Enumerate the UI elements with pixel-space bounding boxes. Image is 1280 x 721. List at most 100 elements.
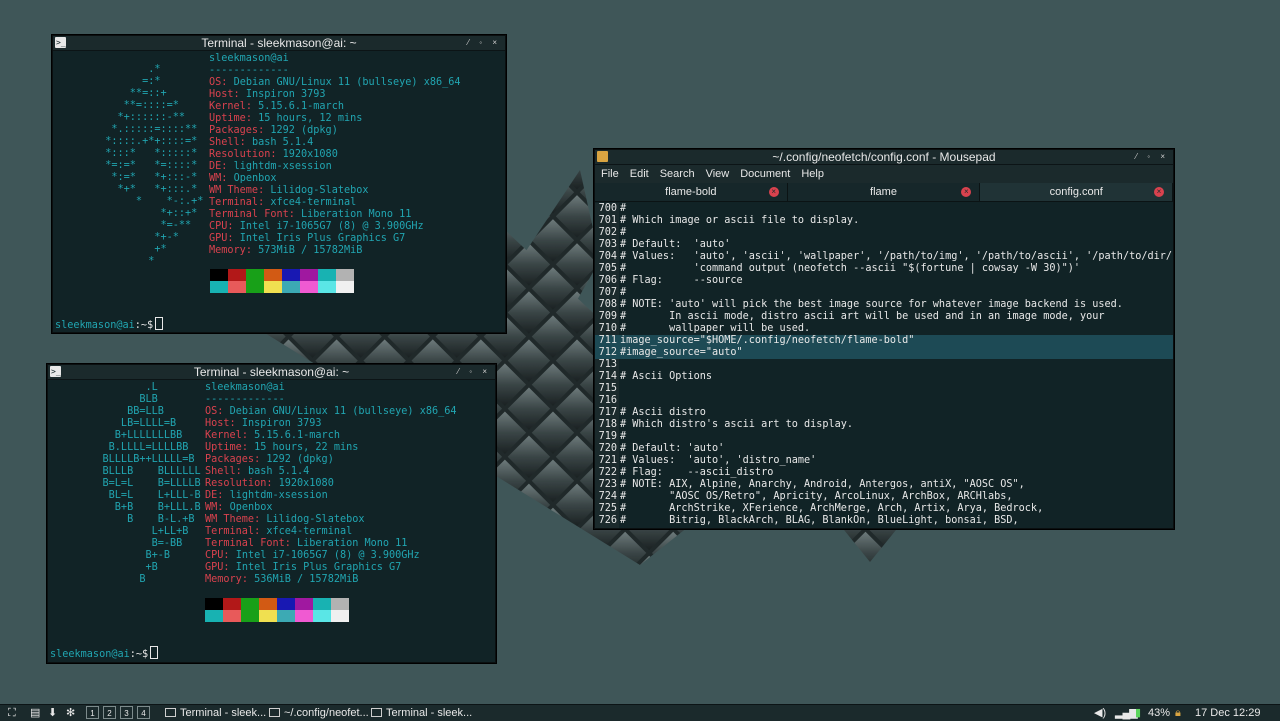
color-swatch bbox=[246, 281, 264, 293]
info-colon: : bbox=[254, 526, 267, 537]
ascii-line: **=::::=* bbox=[93, 100, 179, 111]
tab-flame[interactable]: flame × bbox=[788, 183, 981, 201]
ascii-line: **=::+ bbox=[93, 88, 167, 99]
terminal-2-content[interactable]: .L BLB BB=LLB LB=LLLL=B B+LLLLLLLBB B.LL… bbox=[48, 380, 495, 662]
info-key: Terminal bbox=[209, 197, 259, 208]
info-value: 1920x1080 bbox=[278, 478, 334, 489]
mousepad-window[interactable]: ~/.config/neofetch/config.conf - Mousepa… bbox=[594, 149, 1174, 529]
window-controls[interactable]: ⁄ ◦ × bbox=[1136, 150, 1169, 164]
info-key: Kernel bbox=[205, 430, 242, 441]
info-key: DE bbox=[209, 161, 222, 172]
info-colon: : bbox=[258, 185, 271, 196]
line-number: 721 bbox=[598, 455, 617, 466]
terminal-1-content[interactable]: .* =:* **=::+ **=::::=* *+::::::-** *.::… bbox=[53, 51, 505, 332]
color-swatch bbox=[277, 598, 295, 610]
code-line: 712 #image_source="auto" bbox=[595, 347, 1173, 359]
app-menu-icon[interactable]: ⛶ bbox=[8, 705, 16, 721]
info-value: Intel i7-1065G7 (8) @ 3.900GHz bbox=[239, 221, 424, 232]
prompt-user: sleekmason@ai bbox=[55, 320, 135, 331]
info-row: Host: Inspiron 3793 bbox=[205, 418, 457, 430]
close-tab-icon[interactable]: × bbox=[1154, 187, 1165, 197]
menu-item-edit[interactable]: Edit bbox=[630, 168, 649, 180]
info-colon: : bbox=[235, 466, 248, 477]
line-text: # Default: 'auto' bbox=[620, 443, 725, 454]
info-key: Resolution bbox=[205, 478, 267, 489]
line-number: 722 bbox=[598, 467, 617, 478]
workspace-4[interactable]: 4 bbox=[137, 706, 150, 719]
info-row: Shell: bash 5.1.4 bbox=[209, 137, 461, 149]
wallpaper-tile-diamond-right bbox=[840, 525, 900, 562]
ascii-line: *:=* *+:::-* bbox=[93, 172, 198, 183]
ascii-line: B=L=L B=LLLLB bbox=[78, 478, 201, 489]
volume-icon[interactable]: ◀) bbox=[1094, 705, 1106, 721]
text-editor[interactable]: 700 #701 # Which image or ascii file to di… bbox=[595, 203, 1173, 528]
info-row: Resolution: 1920x1080 bbox=[205, 478, 457, 490]
info-key: WM Theme bbox=[205, 514, 255, 525]
line-text: # Values: 'auto', 'ascii', 'wallpaper', … bbox=[620, 251, 1173, 262]
mousepad-titlebar[interactable]: ~/.config/neofetch/config.conf - Mousepa… bbox=[595, 150, 1173, 165]
info-colon: : bbox=[233, 89, 246, 100]
window-title: ~/.config/neofetch/config.conf - Mousepa… bbox=[772, 150, 996, 164]
terminal-2-titlebar[interactable]: >_ Terminal - sleekmason@ai: ~ ⁄ ◦ × bbox=[48, 365, 495, 380]
taskbar-button[interactable]: Terminal - sleek... bbox=[370, 705, 472, 721]
color-swatch bbox=[282, 269, 300, 281]
code-line: 716 bbox=[595, 395, 1173, 407]
terminal-1-titlebar[interactable]: >_ Terminal - sleekmason@ai: ~ ⁄ ◦ × bbox=[53, 36, 505, 51]
taskbar-button[interactable]: ~/.config/neofet... bbox=[268, 705, 369, 721]
window-controls[interactable]: ⁄ ◦ × bbox=[458, 365, 491, 379]
battery-icon[interactable]: ▮ bbox=[1135, 705, 1141, 721]
user-host: sleekmason@ai bbox=[205, 382, 285, 393]
shell-prompt[interactable]: sleekmason@ai:~$ bbox=[50, 646, 159, 661]
line-number: 715 bbox=[598, 383, 617, 394]
ascii-line: BL=L L+LLL-B bbox=[78, 490, 201, 501]
line-number: 720 bbox=[598, 443, 617, 454]
menu-item-search[interactable]: Search bbox=[660, 168, 695, 180]
ascii-line: BLLLLB++LLLLL=B bbox=[78, 454, 195, 465]
code-line: 724 # "AOSC OS/Retro", Apricity, ArcoLinu… bbox=[595, 491, 1173, 503]
close-tab-icon[interactable]: × bbox=[768, 187, 779, 197]
code-line: 717 # Ascii distro bbox=[595, 407, 1173, 419]
info-key: Kernel bbox=[209, 101, 246, 112]
info-value: Openbox bbox=[233, 173, 277, 184]
line-number: 711 bbox=[598, 335, 617, 346]
info-key: GPU bbox=[209, 233, 228, 244]
menu-item-view[interactable]: View bbox=[706, 168, 730, 180]
taskbar-button[interactable]: Terminal - sleek... bbox=[164, 705, 266, 721]
code-line: 725 # ArchStrike, XFerience, ArchMerge, A… bbox=[595, 503, 1173, 515]
line-text: # wallpaper will be used. bbox=[620, 323, 811, 334]
ascii-line: B+B B+LLL.B bbox=[78, 502, 201, 513]
info-row: GPU: Intel Iris Plus Graphics G7 bbox=[205, 562, 457, 574]
tab-config-conf[interactable]: config.conf × bbox=[980, 183, 1174, 201]
info-key: Packages bbox=[205, 454, 255, 465]
clock[interactable]: 17 Dec 12:29 bbox=[1195, 705, 1260, 721]
info-key: WM bbox=[209, 173, 222, 184]
line-text: # In ascii mode, distro ascii art will b… bbox=[620, 311, 1105, 322]
menu-item-help[interactable]: Help bbox=[801, 168, 824, 180]
terminal-window-1[interactable]: >_ Terminal - sleekmason@ai: ~ ⁄ ◦ × .* … bbox=[52, 35, 506, 333]
color-swatch bbox=[210, 269, 228, 281]
terminal-window-2[interactable]: >_ Terminal - sleekmason@ai: ~ ⁄ ◦ × .L … bbox=[47, 364, 496, 663]
color-swatch bbox=[259, 598, 277, 610]
menu-item-document[interactable]: Document bbox=[740, 168, 790, 180]
shell-prompt[interactable]: sleekmason@ai:~$ bbox=[55, 317, 164, 332]
ascii-line: B bbox=[78, 574, 146, 585]
download-icon[interactable]: ⬇ bbox=[48, 705, 57, 721]
file-manager-icon[interactable]: ▤ bbox=[30, 705, 40, 721]
menu-item-file[interactable]: File bbox=[601, 168, 619, 180]
network-icon[interactable]: ▂▄▆ bbox=[1115, 705, 1138, 721]
text-editor-icon bbox=[597, 151, 608, 162]
workspace-1[interactable]: 1 bbox=[86, 706, 99, 719]
workspace-2[interactable]: 2 bbox=[103, 706, 116, 719]
window-controls[interactable]: ⁄ ◦ × bbox=[468, 36, 501, 50]
info-colon: : bbox=[229, 418, 242, 429]
tab-flame-bold[interactable]: flame-bold × bbox=[595, 183, 788, 201]
workspace-3[interactable]: 3 bbox=[120, 706, 133, 719]
text-editor-icon bbox=[269, 708, 280, 717]
settings-icon[interactable]: ✻ bbox=[66, 705, 75, 721]
lock-icon[interactable]: 🔒︎ bbox=[1175, 705, 1181, 721]
line-text: # Flag: --ascii_distro bbox=[620, 467, 774, 478]
close-tab-icon[interactable]: × bbox=[961, 187, 972, 197]
info-colon: : bbox=[284, 538, 298, 549]
info-row: Resolution: 1920x1080 bbox=[209, 149, 461, 161]
ascii-line: B.LLLL=LLLLBB bbox=[78, 442, 189, 453]
